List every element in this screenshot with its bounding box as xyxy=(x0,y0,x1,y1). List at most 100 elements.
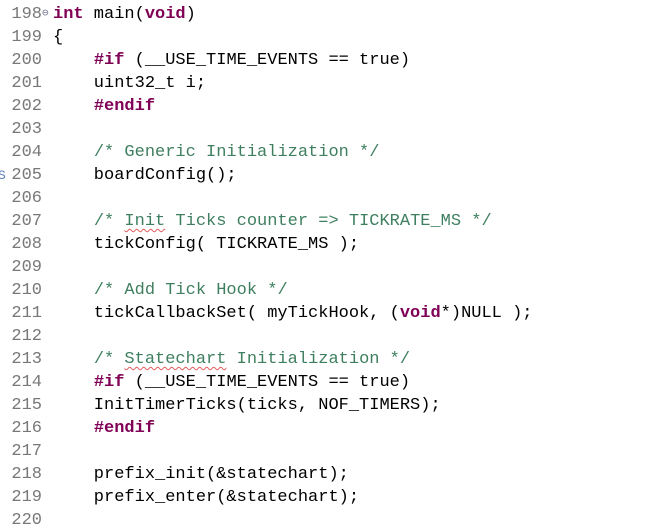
code-text: tickCallbackSet( myTickHook, (void*)NULL… xyxy=(53,302,533,325)
code-text: InitTimerTicks(ticks, NOF_TIMERS); xyxy=(53,394,441,417)
code-line[interactable]: 206 xyxy=(0,187,649,210)
comment-token: /* Generic Initialization */ xyxy=(93,143,380,162)
fold-toggle-icon[interactable]: ⊖ xyxy=(42,3,49,26)
line-number: 205 xyxy=(11,166,42,185)
comment-token: /* Add Tick Hook */ xyxy=(93,281,288,300)
code-token: (__USE_TIME_EVENTS == true) xyxy=(124,373,411,392)
code-text: /* Add Tick Hook */ xyxy=(53,279,288,302)
preprocessor-token: #endif xyxy=(93,419,156,438)
code-token: *)NULL ); xyxy=(440,304,533,323)
code-line[interactable]: 204 /* Generic Initialization */ xyxy=(0,141,649,164)
code-text: { xyxy=(53,26,63,49)
line-number: 209 xyxy=(11,258,42,277)
preprocessor-token: #if xyxy=(93,51,125,70)
code-text: #if (__USE_TIME_EVENTS == true) xyxy=(53,49,410,72)
line-number: 206 xyxy=(11,189,42,208)
code-line[interactable]: 200 #if (__USE_TIME_EVENTS == true) xyxy=(0,49,649,72)
code-text: /* Generic Initialization */ xyxy=(53,141,380,164)
line-number: 199 xyxy=(11,28,42,47)
line-number: 218 xyxy=(11,465,42,484)
code-token: prefix_init(&statechart); xyxy=(53,465,349,484)
line-number: 210 xyxy=(11,281,42,300)
line-number: 215 xyxy=(11,396,42,415)
code-line[interactable]: 220 xyxy=(0,509,649,532)
keyword-token: void xyxy=(399,304,441,323)
code-token: tickCallbackSet( myTickHook, ( xyxy=(53,304,400,323)
code-text: tickConfig( TICKRATE_MS ); xyxy=(53,233,359,256)
code-line[interactable]: 213 /* Statechart Initialization */ xyxy=(0,348,649,371)
preprocessor-token: #endif xyxy=(93,97,156,116)
code-line[interactable]: 217 xyxy=(0,440,649,463)
code-line[interactable]: 199 { xyxy=(0,26,649,49)
code-text: boardConfig(); xyxy=(53,164,237,187)
code-text: int main(void) xyxy=(53,3,196,26)
code-line[interactable]: 218 prefix_init(&statechart); xyxy=(0,463,649,486)
keyword-token: void xyxy=(144,5,186,24)
link-marker-icon[interactable]: S xyxy=(0,164,6,187)
line-number: 214 xyxy=(11,373,42,392)
line-number: 220 xyxy=(11,511,42,530)
comment-token: Initialization */ xyxy=(226,350,411,369)
code-token: boardConfig(); xyxy=(53,166,237,185)
comment-token: Statechart xyxy=(124,350,227,369)
code-line[interactable]: 198 ⊖ int main(void) xyxy=(0,3,649,26)
code-token: uint32_t i; xyxy=(53,74,207,93)
line-number: 219 xyxy=(11,488,42,507)
line-number: 213 xyxy=(11,350,42,369)
code-token: ) xyxy=(185,5,196,24)
comment-token: /* xyxy=(93,350,125,369)
code-line[interactable]: 211 tickCallbackSet( myTickHook, (void*)… xyxy=(0,302,649,325)
code-line[interactable]: 207 /* Init Ticks counter => TICKRATE_MS… xyxy=(0,210,649,233)
comment-token: Init xyxy=(124,212,166,231)
line-number: 207 xyxy=(11,212,42,231)
line-number: 216 xyxy=(11,419,42,438)
code-line[interactable]: 212 xyxy=(0,325,649,348)
code-token: (__USE_TIME_EVENTS == true) xyxy=(124,51,411,70)
keyword-token: int xyxy=(53,5,84,24)
code-token: InitTimerTicks(ticks, NOF_TIMERS); xyxy=(53,396,441,415)
line-number: 208 xyxy=(11,235,42,254)
code-token: { xyxy=(53,28,64,47)
code-line[interactable]: 202 #endif xyxy=(0,95,649,118)
code-line[interactable]: 209 xyxy=(0,256,649,279)
line-number: 204 xyxy=(11,143,42,162)
code-token: tickConfig( TICKRATE_MS ); xyxy=(53,235,360,254)
code-text: prefix_init(&statechart); xyxy=(53,463,349,486)
line-number: 203 xyxy=(11,120,42,139)
code-line[interactable]: 219 prefix_enter(&statechart); xyxy=(0,486,649,509)
code-line[interactable]: 205 S boardConfig(); xyxy=(0,164,649,187)
code-line[interactable]: 215 InitTimerTicks(ticks, NOF_TIMERS); xyxy=(0,394,649,417)
line-number: 202 xyxy=(11,97,42,116)
code-line[interactable]: 201 uint32_t i; xyxy=(0,72,649,95)
code-text: #endif xyxy=(53,417,155,440)
code-text: /* Statechart Initialization */ xyxy=(53,348,410,371)
comment-token: /* xyxy=(93,212,125,231)
preprocessor-token: #if xyxy=(93,373,125,392)
code-line[interactable]: 203 xyxy=(0,118,649,141)
code-line[interactable]: 208 tickConfig( TICKRATE_MS ); xyxy=(0,233,649,256)
line-number: 212 xyxy=(11,327,42,346)
line-number: 217 xyxy=(11,442,42,461)
comment-token: Ticks counter => TICKRATE_MS */ xyxy=(165,212,492,231)
code-token: main( xyxy=(83,5,145,24)
code-line[interactable]: 216 #endif xyxy=(0,417,649,440)
code-token: prefix_enter(&statechart); xyxy=(53,488,360,507)
code-text: uint32_t i; xyxy=(53,72,206,95)
line-number: 198 xyxy=(11,5,42,24)
line-number: 200 xyxy=(11,51,42,70)
code-line[interactable]: 214 #if (__USE_TIME_EVENTS == true) xyxy=(0,371,649,394)
line-number: 201 xyxy=(11,74,42,93)
code-text: /* Init Ticks counter => TICKRATE_MS */ xyxy=(53,210,492,233)
code-line[interactable]: 210 /* Add Tick Hook */ xyxy=(0,279,649,302)
code-text: prefix_enter(&statechart); xyxy=(53,486,359,509)
code-editor[interactable]: 198 ⊖ int main(void) 199{200 #if (__USE_TIM… xyxy=(0,3,649,532)
code-text: #if (__USE_TIME_EVENTS == true) xyxy=(53,371,410,394)
